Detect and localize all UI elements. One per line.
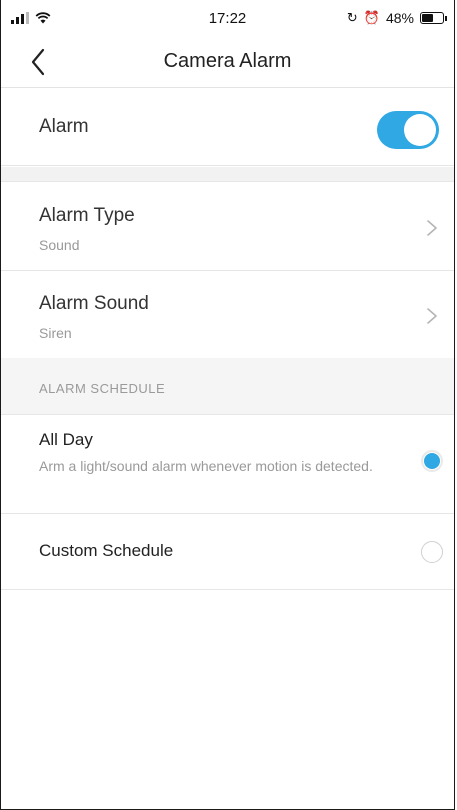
battery-icon: [420, 12, 447, 24]
status-right: ↻ ⏰ 48%: [346, 10, 447, 26]
alarm-label: Alarm: [39, 116, 89, 137]
alarm-sound-row[interactable]: Alarm Sound Siren: [1, 271, 454, 359]
custom-schedule-radio[interactable]: [421, 541, 443, 563]
alarm-type-value: Sound: [39, 237, 80, 253]
status-bar: 17:22 ↻ ⏰ 48%: [1, 0, 454, 34]
section-spacer: [1, 167, 454, 182]
navigation-bar: Camera Alarm: [1, 34, 454, 88]
alarm-clock-icon: ⏰: [363, 10, 380, 25]
section-header-label: ALARM SCHEDULE: [39, 381, 166, 396]
custom-schedule-option[interactable]: Custom Schedule: [1, 514, 454, 590]
all-day-description: Arm a light/sound alarm whenever motion …: [39, 458, 373, 474]
orientation-lock-icon: ↻: [346, 10, 358, 25]
alarm-type-title: Alarm Type: [39, 205, 135, 226]
toggle-knob: [404, 114, 436, 146]
all-day-option[interactable]: All Day Arm a light/sound alarm whenever…: [1, 415, 454, 514]
battery-level-fill: [422, 14, 433, 22]
custom-schedule-title: Custom Schedule: [39, 541, 174, 560]
alarm-schedule-header: ALARM SCHEDULE: [1, 358, 454, 415]
page-title: Camera Alarm: [163, 50, 292, 72]
all-day-radio[interactable]: [421, 450, 443, 472]
alarm-toggle-switch[interactable]: [377, 111, 439, 149]
alarm-sound-title: Alarm Sound: [39, 293, 149, 314]
app-screen: 17:22 ↻ ⏰ 48% Camera Alarm Alarm Alarm T…: [0, 0, 455, 810]
alarm-type-row[interactable]: Alarm Type Sound: [1, 183, 454, 271]
chevron-right-icon: [427, 220, 437, 236]
battery-percent: 48%: [385, 10, 414, 26]
chevron-right-icon: [427, 308, 437, 324]
alarm-sound-value: Siren: [39, 325, 72, 341]
all-day-title: All Day: [39, 430, 93, 449]
